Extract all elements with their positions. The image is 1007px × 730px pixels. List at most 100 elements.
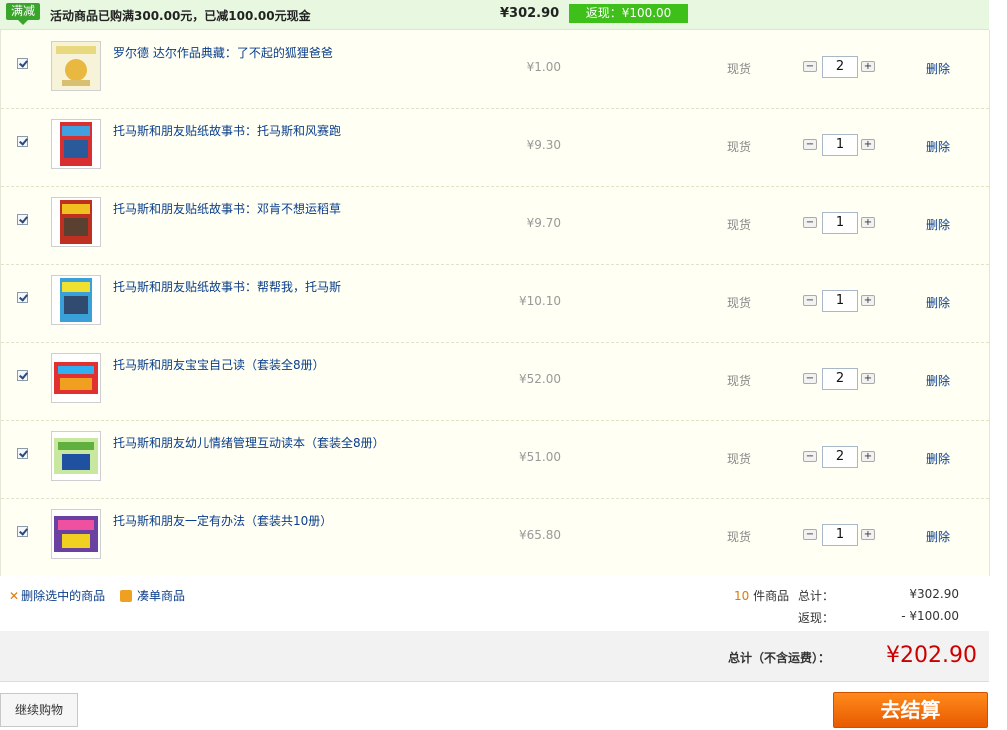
product-price: ¥65.80 [519, 528, 561, 542]
product-title-link[interactable]: 托马斯和朋友幼儿情绪管理互动读本（套装全8册） [113, 434, 385, 451]
item-checkbox[interactable] [17, 136, 28, 147]
item-count: 10 件商品 [734, 587, 789, 604]
cart-item-row: 托马斯和朋友贴纸故事书：邓肯不想运稻草 ¥9.70 现货 − 1 + 删除 [1, 186, 989, 265]
quantity-decrease-button[interactable]: − [803, 139, 817, 150]
item-checkbox[interactable] [17, 214, 28, 225]
quantity-decrease-button[interactable]: − [803, 373, 817, 384]
product-price: ¥52.00 [519, 372, 561, 386]
quantity-input[interactable]: 2 [822, 446, 858, 468]
stock-status: 现货 [727, 140, 752, 154]
product-price: ¥9.30 [526, 138, 561, 152]
quantity-input[interactable]: 1 [822, 524, 858, 546]
quantity-decrease-button[interactable]: − [803, 529, 817, 540]
product-title-link[interactable]: 托马斯和朋友宝宝自己读（套装全8册） [113, 356, 325, 373]
delete-item-link[interactable]: 删除 [926, 528, 950, 545]
quantity-increase-button[interactable]: + [861, 61, 875, 72]
quantity-decrease-button[interactable]: − [803, 217, 817, 228]
quantity-stepper: − 1 + [803, 212, 883, 234]
add-on-items-link[interactable]: 凑单商品 [120, 587, 185, 604]
product-thumbnail[interactable] [51, 275, 101, 325]
quantity-stepper: − 1 + [803, 524, 883, 546]
delete-item-link[interactable]: 删除 [926, 372, 950, 389]
quantity-increase-button[interactable]: + [861, 217, 875, 228]
puzzle-icon [120, 590, 132, 602]
item-checkbox[interactable] [17, 292, 28, 303]
product-price: ¥9.70 [526, 216, 561, 230]
stock-status: 现货 [727, 530, 752, 544]
quantity-stepper: − 1 + [803, 290, 883, 312]
quantity-input[interactable]: 2 [822, 56, 858, 78]
delete-item-link[interactable]: 删除 [926, 294, 950, 311]
quantity-input[interactable]: 1 [822, 134, 858, 156]
product-thumbnail[interactable] [51, 431, 101, 481]
quantity-input[interactable]: 1 [822, 290, 858, 312]
product-thumbnail[interactable] [51, 353, 101, 403]
product-title-link[interactable]: 托马斯和朋友一定有办法（套装共10册） [113, 512, 332, 529]
quantity-increase-button[interactable]: + [861, 529, 875, 540]
promo-cashback-badge: 返现：¥100.00 [569, 4, 688, 23]
product-thumbnail[interactable] [51, 197, 101, 247]
cart-item-row: 罗尔德 达尔作品典藏：了不起的狐狸爸爸 ¥1.00 现货 − 2 + 删除 [1, 30, 989, 109]
quantity-input[interactable]: 2 [822, 368, 858, 390]
stock-status: 现货 [727, 62, 752, 76]
item-checkbox[interactable] [17, 58, 28, 69]
product-thumbnail[interactable] [51, 41, 101, 91]
item-checkbox[interactable] [17, 370, 28, 381]
continue-shopping-button[interactable]: 继续购物 [0, 693, 78, 727]
quantity-decrease-button[interactable]: − [803, 61, 817, 72]
item-checkbox[interactable] [17, 526, 28, 537]
quantity-increase-button[interactable]: + [861, 373, 875, 384]
stock-status: 现货 [727, 452, 752, 466]
stock-status: 现货 [727, 374, 752, 388]
quantity-decrease-button[interactable]: − [803, 451, 817, 462]
product-title-link[interactable]: 托马斯和朋友贴纸故事书：帮帮我，托马斯 [113, 278, 341, 295]
cart-item-row: 托马斯和朋友一定有办法（套装共10册） ¥65.80 现货 − 1 + 删除 [1, 498, 989, 576]
quantity-stepper: − 1 + [803, 134, 883, 156]
product-title-link[interactable]: 托马斯和朋友贴纸故事书：邓肯不想运稻草 [113, 200, 341, 217]
delete-item-link[interactable]: 删除 [926, 138, 950, 155]
checkout-button[interactable]: 去结算 [833, 692, 988, 728]
grand-total-bar: 总计（不含运费）： ¥202.90 [0, 631, 989, 682]
cart-item-row: 托马斯和朋友贴纸故事书：托马斯和风赛跑 ¥9.30 现货 − 1 + 删除 [1, 108, 989, 187]
product-title-link[interactable]: 罗尔德 达尔作品典藏：了不起的狐狸爸爸 [113, 44, 333, 61]
grand-total-label: 总计（不含运费）： [728, 651, 831, 665]
delete-item-link[interactable]: 删除 [926, 60, 950, 77]
stock-status: 现货 [727, 296, 752, 310]
subtotal-label: 总计： [798, 589, 835, 603]
cashback-label: 返现： [798, 611, 835, 625]
delete-selected-link[interactable]: ✕ 删除选中的商品 [9, 587, 105, 604]
promo-tag-badge: 满减 [6, 3, 40, 25]
stock-status: 现货 [727, 218, 752, 232]
delete-item-link[interactable]: 删除 [926, 450, 950, 467]
cart-item-row: 托马斯和朋友宝宝自己读（套装全8册） ¥52.00 现货 − 2 + 删除 [1, 342, 989, 421]
add-on-items-label: 凑单商品 [137, 589, 186, 603]
delete-selected-label: 删除选中的商品 [21, 589, 106, 603]
subtotal-value: ¥302.90 [909, 587, 959, 601]
cart-item-row: 托马斯和朋友幼儿情绪管理互动读本（套装全8册） ¥51.00 现货 − 2 + … [1, 420, 989, 499]
item-count-suffix: 件商品 [753, 589, 790, 603]
promo-total: ¥302.90 [500, 6, 560, 21]
promo-bar: 满减 活动商品已购满300.00元，已减100.00元现金 ¥302.90 返现… [0, 0, 989, 30]
promo-description: 活动商品已购满300.00元，已减100.00元现金 [50, 9, 311, 23]
grand-total-value: ¥202.90 [886, 643, 977, 668]
quantity-increase-button[interactable]: + [861, 139, 875, 150]
cart-item-list: 罗尔德 达尔作品典藏：了不起的狐狸爸爸 ¥1.00 现货 − 2 + 删除 托马… [0, 30, 990, 576]
quantity-stepper: − 2 + [803, 56, 883, 78]
product-price: ¥51.00 [519, 450, 561, 464]
quantity-increase-button[interactable]: + [861, 295, 875, 306]
quantity-stepper: − 2 + [803, 446, 883, 468]
delete-item-link[interactable]: 删除 [926, 216, 950, 233]
product-thumbnail[interactable] [51, 119, 101, 169]
product-price: ¥10.10 [519, 294, 561, 308]
product-thumbnail[interactable] [51, 509, 101, 559]
item-checkbox[interactable] [17, 448, 28, 459]
quantity-increase-button[interactable]: + [861, 451, 875, 462]
quantity-decrease-button[interactable]: − [803, 295, 817, 306]
cashback-value: - ¥100.00 [901, 609, 959, 623]
quantity-stepper: − 2 + [803, 368, 883, 390]
cart-summary: ✕ 删除选中的商品 凑单商品 10 件商品 总计： ¥302.90 返现： - ¥… [0, 577, 989, 631]
quantity-input[interactable]: 1 [822, 212, 858, 234]
product-price: ¥1.00 [526, 60, 561, 74]
product-title-link[interactable]: 托马斯和朋友贴纸故事书：托马斯和风赛跑 [113, 122, 341, 139]
item-count-number: 10 [734, 589, 750, 603]
